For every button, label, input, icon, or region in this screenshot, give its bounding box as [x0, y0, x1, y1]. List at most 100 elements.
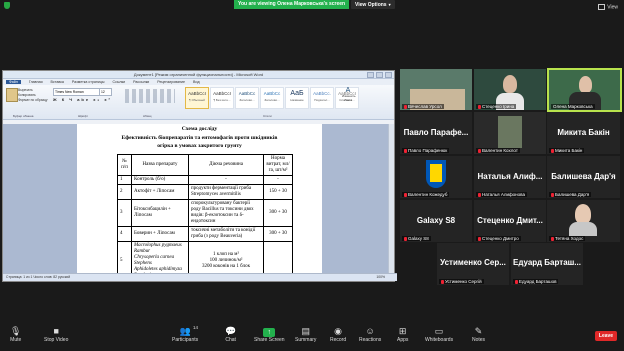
smiley-icon: ☺ [365, 326, 375, 336]
participant-display-name: Наталья Алиф... [477, 172, 543, 181]
table-row: 3 Бітоксибацилін + Ліпосам спорокультуро… [117, 199, 293, 227]
participant-name: Вячеслав Урсол [408, 104, 442, 109]
grid-view-icon [598, 4, 606, 10]
muted-mic-icon [551, 148, 554, 153]
whiteboards-button[interactable]: ▭ Whiteboards [425, 326, 453, 343]
participant-name-label: Устименко Сергій [439, 279, 484, 284]
close-icon[interactable] [385, 72, 392, 78]
notes-button[interactable]: ✎ Notes [472, 326, 485, 343]
tab-review[interactable]: Рецензирование [157, 80, 185, 84]
participant-tile[interactable]: Тетяна Ходос [547, 200, 620, 242]
tab-references[interactable]: Ссылки [113, 80, 126, 84]
zoom-level[interactable]: 100% [376, 274, 385, 281]
vertical-scrollbar[interactable] [388, 124, 394, 274]
style-name: ¶ Обычный [189, 98, 205, 102]
tab-file[interactable]: Файл [6, 80, 21, 84]
font-name-select[interactable]: Times New Roman [53, 88, 100, 96]
style-title[interactable]: АаБ Название [285, 87, 309, 109]
format-buttons[interactable]: Ж К Ч abe x₂ x² [53, 97, 112, 102]
participant-name: Едуард Барташов [519, 279, 557, 284]
format-painter-button[interactable]: Формат по образцу [18, 98, 48, 102]
copy-button[interactable]: Копировать [18, 93, 36, 97]
view-button-label: View [607, 4, 618, 11]
viewing-banner: You are viewing Олена Марковська's scree… [234, 0, 350, 9]
doc-subheading: Ефективність біопрепаратів та ентомофагі… [121, 135, 278, 141]
style-heading1[interactable]: AaBbCc Заголово... [235, 87, 259, 109]
muted-mic-icon [478, 104, 481, 109]
participant-name-label: Валентин Кохлот [476, 148, 520, 153]
tab-home[interactable]: Главная [29, 80, 43, 84]
tab-mailings[interactable]: Рассылки [133, 80, 149, 84]
muted-mic-icon [404, 236, 407, 241]
view-button[interactable]: View [598, 4, 618, 10]
ribbon: Вырезать Копировать Формат по образцу Ti… [3, 85, 394, 120]
summary-button[interactable]: ▤ Summary [295, 326, 316, 343]
participant-tile[interactable]: Едуард Барташ... Едуард Барташов [511, 243, 583, 285]
chat-label: Chat [225, 337, 236, 343]
muted-mic-icon [515, 279, 518, 284]
cell-norm [263, 241, 293, 274]
participant-name: Тетяна Ходос [555, 236, 584, 241]
col-norm: Норма витрат, мл/га, шт/м² [263, 154, 293, 176]
participant-name-label: Тетяна Ходос [549, 236, 586, 241]
style-sample: AaBbCc [238, 91, 256, 96]
table-header-row: № п/п Назва препарату Діюча речовина Нор… [117, 154, 293, 176]
video-camera-icon: ■ [53, 326, 59, 336]
style-name: Подзагол... [314, 98, 330, 102]
minimize-icon[interactable] [367, 72, 374, 78]
participant-tile[interactable]: Galaxy S8 Galaxy S8 [400, 200, 472, 242]
participants-button[interactable]: 👥 14 Participants [172, 325, 198, 343]
change-styles-button[interactable]: A Изменить стили [342, 87, 356, 105]
participant-name-label: Микита Бакін [549, 148, 585, 153]
record-button[interactable]: ◉ Record [330, 326, 346, 343]
participant-tile[interactable]: Микита Бакін Микита Бакін [547, 112, 620, 154]
participant-tile[interactable]: Устименко Сер... Устименко Сергій [437, 243, 509, 285]
group-paragraph: Абзац [143, 114, 152, 118]
participant-face [503, 75, 517, 93]
share-screen-button[interactable]: ↑ Share Screen [254, 326, 285, 343]
stop-video-button[interactable]: ■ Stop Video [44, 326, 68, 343]
cell-number: 1 [117, 175, 132, 185]
paragraph-buttons[interactable] [125, 89, 175, 103]
shield-icon[interactable] [4, 2, 10, 9]
cut-button[interactable]: Вырезать [18, 88, 33, 92]
group-font: Шрифт [78, 114, 88, 118]
font-size-select[interactable]: 12 [99, 88, 112, 96]
table-row: 1 Контроль (б/о) - - [117, 175, 293, 185]
view-options-button[interactable]: View Options [351, 0, 395, 9]
tab-insert[interactable]: Вставка [51, 80, 64, 84]
participant-tile[interactable]: Наталья Алиф... Наталья Алифонова [474, 156, 546, 198]
mute-button[interactable]: 🎙 Mute [10, 326, 21, 343]
word-title-bar: Документ1 [Режим ограниченной функционал… [3, 71, 394, 79]
experiment-table: № п/п Назва препарату Діюча речовина Нор… [117, 154, 293, 274]
doc-subheading-2: огірка в умовах закритого грунту [157, 143, 242, 149]
participant-tile[interactable]: Стеценко Дмит... Стеценко Дмитро [474, 200, 546, 242]
participant-name: Стеценко Дмитро [482, 236, 519, 241]
participant-name: Валентин Кожедуб [408, 192, 448, 197]
tab-view[interactable]: Вид [193, 80, 200, 84]
participant-name-label: Стеценко Ірина [476, 104, 517, 109]
reactions-button[interactable]: ☺ Reactions [359, 326, 381, 343]
participant-tile-active[interactable]: Олена Марковська [547, 68, 622, 112]
chat-button[interactable]: 💬 Chat [225, 326, 236, 343]
shared-screen: Документ1 [Режим ограниченной функционал… [2, 70, 397, 282]
participant-tile[interactable]: Валентин Кожедуб [400, 156, 472, 198]
participant-tile[interactable]: Балишева Дар'я Балишева Дар'я [547, 156, 620, 198]
tab-layout[interactable]: Разметка страницы [72, 80, 105, 84]
apps-button[interactable]: ⊞ Apps [397, 326, 408, 343]
paste-icon[interactable] [6, 88, 18, 102]
leave-button[interactable]: Leave [595, 331, 617, 341]
participant-tile[interactable]: Вячеслав Урсол [400, 69, 472, 110]
maximize-icon[interactable] [376, 72, 383, 78]
muted-mic-icon [478, 236, 481, 241]
participant-tile[interactable]: Валентин Кохлот [474, 112, 546, 154]
trident-icon [430, 164, 442, 182]
cell-substance: токсичні метаболіти та конідії гриба (з … [188, 226, 264, 242]
style-normal[interactable]: AaBbCcI ¶ Обычный [185, 87, 209, 109]
participant-tile[interactable]: Стеценко Ірина [474, 69, 546, 110]
style-subtitle[interactable]: AaBbCc. Подзагол... [310, 87, 334, 109]
participant-tile[interactable]: Павло Парафе... Павло Парафенюк [400, 112, 472, 154]
style-no-spacing[interactable]: AaBbCcI ¶ Без инте... [210, 87, 234, 109]
style-heading2[interactable]: AaBbCc Заголово... [260, 87, 284, 109]
muted-mic-icon [441, 279, 444, 284]
